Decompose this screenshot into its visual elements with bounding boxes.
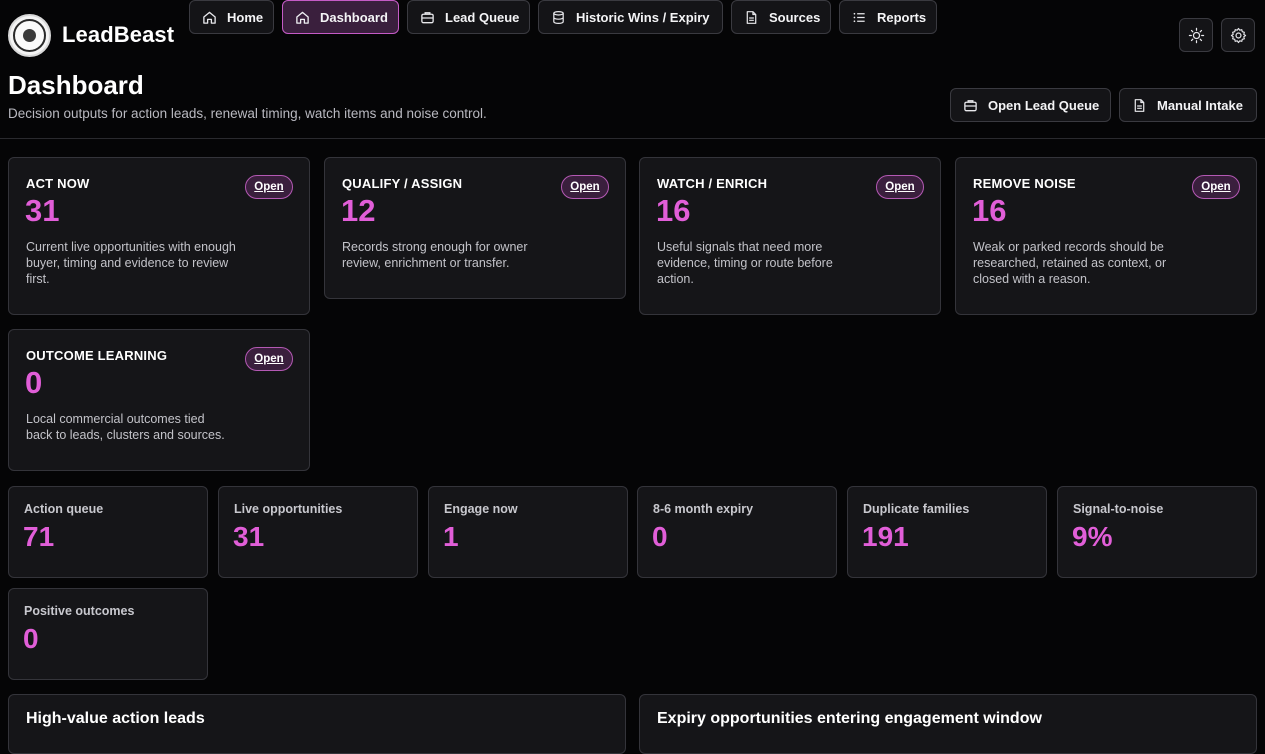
decision-card-description: Local commercial outcomes tied back to l… <box>26 412 225 442</box>
database-icon <box>553 10 564 24</box>
nav-home[interactable]: Home <box>189 0 274 34</box>
briefcase-icon <box>421 11 434 23</box>
decision-card-description: Records strong enough for owner review, … <box>342 240 528 270</box>
kpi-card-engage-now: Engage now 1 <box>428 486 628 578</box>
manual-intake-button[interactable]: Manual Intake <box>1119 88 1257 122</box>
kpi-value: 191 <box>862 521 909 552</box>
logo-core <box>23 29 36 42</box>
decision-card-value: 0 <box>25 365 43 400</box>
briefcase-icon <box>964 99 977 111</box>
decision-card-description: Useful signals that need more evidence, … <box>657 240 833 286</box>
open-link[interactable]: Open <box>1192 175 1240 199</box>
page-title: Dashboard <box>8 70 144 100</box>
nav-reports-label: Reports <box>877 9 927 25</box>
open-link[interactable]: Open <box>245 347 293 371</box>
gear-icon <box>1230 27 1246 43</box>
kpi-value: 31 <box>233 521 265 552</box>
kpi-value: 1 <box>443 521 459 552</box>
nav-sources-label: Sources <box>769 9 821 25</box>
kpi-label: Duplicate families <box>863 502 970 516</box>
panel-title: Expiry opportunities entering engagement… <box>657 710 1042 727</box>
nav-dashboard-label: Dashboard <box>320 9 388 25</box>
decision-card-description: Weak or parked records should be researc… <box>973 240 1167 286</box>
kpi-card-live-opportunities: Live opportunities 31 <box>218 486 418 578</box>
decision-card-outcome-learning: OUTCOME LEARNING Open 0 Local commercial… <box>8 329 310 471</box>
kpi-label: Action queue <box>24 502 104 516</box>
theme-toggle-button[interactable] <box>1179 18 1213 52</box>
panel-high-value-action-leads: High-value action leads <box>8 694 626 754</box>
decision-card-act-now: ACT NOW Open 31 Current live opportuniti… <box>8 157 310 315</box>
logo-icon[interactable] <box>8 14 51 57</box>
decision-card-title: QUALIFY / ASSIGN <box>342 176 463 191</box>
decision-card-watch-enrich: WATCH / ENRICH Open 16 Useful signals th… <box>639 157 941 315</box>
kpi-value: 71 <box>23 521 55 552</box>
decision-card-qualify-assign: QUALIFY / ASSIGN Open 12 Records strong … <box>324 157 626 299</box>
decision-card-title: WATCH / ENRICH <box>657 176 768 191</box>
document-icon <box>746 10 757 24</box>
decision-card-value: 16 <box>972 193 1007 228</box>
document-icon <box>1134 98 1145 112</box>
decision-card-title: ACT NOW <box>26 176 90 191</box>
kpi-label: Live opportunities <box>234 502 343 516</box>
kpi-label: 8-6 month expiry <box>653 502 754 516</box>
decision-card-remove-noise: REMOVE NOISE Open 16 Weak or parked reco… <box>955 157 1257 315</box>
nav-lead-queue-label: Lead Queue <box>445 9 520 25</box>
decision-card-title: REMOVE NOISE <box>973 176 1076 191</box>
page-subtitle: Decision outputs for action leads, renew… <box>8 106 487 121</box>
home-icon <box>203 11 216 24</box>
panel-expiry-opportunities: Expiry opportunities entering engagement… <box>639 694 1257 754</box>
kpi-card-action-queue: Action queue 71 <box>8 486 208 578</box>
decision-card-value: 16 <box>656 193 691 228</box>
nav-historic-wins[interactable]: Historic Wins / Expiry <box>538 0 723 34</box>
decision-card-value: 31 <box>25 193 60 228</box>
nav-historic-wins-label: Historic Wins / Expiry <box>576 9 710 25</box>
kpi-value: 9% <box>1072 521 1113 552</box>
kpi-card-signal-to-noise: Signal-to-noise 9% <box>1057 486 1257 578</box>
open-lead-queue-label: Open Lead Queue <box>988 97 1100 113</box>
list-icon <box>853 12 865 22</box>
header-divider <box>0 138 1265 139</box>
open-link[interactable]: Open <box>561 175 609 199</box>
open-link[interactable]: Open <box>876 175 924 199</box>
nav-reports[interactable]: Reports <box>839 0 937 34</box>
kpi-value: 0 <box>23 623 39 654</box>
kpi-label: Signal-to-noise <box>1073 502 1164 516</box>
sun-icon <box>1188 27 1204 43</box>
nav-dashboard[interactable]: Dashboard <box>282 0 399 34</box>
settings-button[interactable] <box>1221 18 1255 52</box>
kpi-label: Positive outcomes <box>24 604 135 618</box>
home-icon <box>296 11 309 24</box>
open-lead-queue-button[interactable]: Open Lead Queue <box>950 88 1111 122</box>
kpi-card-duplicate-families: Duplicate families 191 <box>847 486 1047 578</box>
decision-card-title: OUTCOME LEARNING <box>26 348 168 363</box>
manual-intake-label: Manual Intake <box>1157 97 1243 113</box>
brand-name[interactable]: LeadBeast <box>62 22 174 48</box>
nav-sources[interactable]: Sources <box>731 0 831 34</box>
kpi-value: 0 <box>652 521 668 552</box>
decision-card-description: Current live opportunities with enough b… <box>26 240 236 286</box>
panel-title: High-value action leads <box>26 710 205 727</box>
nav-home-label: Home <box>227 9 264 25</box>
kpi-label: Engage now <box>444 502 518 516</box>
open-link[interactable]: Open <box>245 175 293 199</box>
kpi-card-expiry: 8-6 month expiry 0 <box>637 486 837 578</box>
logo-emblem <box>13 19 46 52</box>
decision-card-value: 12 <box>341 193 376 228</box>
nav-lead-queue[interactable]: Lead Queue <box>407 0 530 34</box>
kpi-card-positive-outcomes: Positive outcomes 0 <box>8 588 208 680</box>
top-bar: LeadBeast Home Dashboard Lead Queue Hist… <box>0 0 1265 70</box>
